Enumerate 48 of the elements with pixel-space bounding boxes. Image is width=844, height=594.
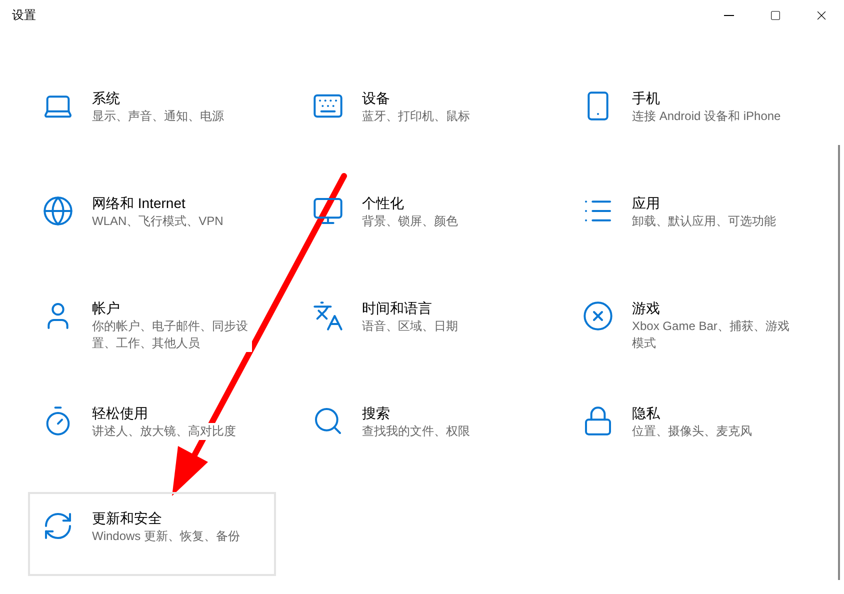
tile-title: 手机 [632, 89, 660, 108]
tile-description: 讲述人、放大镜、高对比度 [92, 423, 236, 440]
tile-title: 帐户 [92, 299, 120, 318]
tile-description: 蓝牙、打印机、鼠标 [362, 108, 470, 125]
settings-tile[interactable]: 轻松使用 讲述人、放大镜、高对比度 [28, 387, 276, 471]
settings-tile[interactable]: 应用 卸载、默认应用、可选功能 [568, 177, 816, 261]
tile-title: 游戏 [632, 299, 660, 318]
settings-tile[interactable]: 更新和安全 Windows 更新、恢复、备份 [28, 492, 276, 576]
settings-tile[interactable]: 帐户 你的帐户、电子邮件、同步设置、工作、其他人员 [28, 282, 276, 366]
circle-x-icon [582, 300, 614, 332]
window-title: 设置 [12, 7, 36, 24]
tile-title: 更新和安全 [92, 509, 162, 528]
tile-description: 连接 Android 设备和 iPhone [632, 108, 781, 125]
tile-description: 显示、声音、通知、电源 [92, 108, 224, 125]
tile-description: 查找我的文件、权限 [362, 423, 470, 440]
tile-title: 隐私 [632, 404, 660, 423]
tile-description: 你的帐户、电子邮件、同步设置、工作、其他人员 [92, 318, 252, 352]
language-icon [312, 300, 344, 332]
tile-description: 位置、摄像头、麦克风 [632, 423, 752, 440]
minimize-icon [724, 14, 734, 16]
settings-tile[interactable]: 手机 连接 Android 设备和 iPhone [568, 72, 816, 156]
tile-title: 系统 [92, 89, 120, 108]
tile-description: WLAN、飞行模式、VPN [92, 213, 224, 230]
tile-title: 网络和 Internet [92, 194, 186, 213]
settings-tile[interactable]: 系统 显示、声音、通知、电源 [28, 72, 276, 156]
settings-tile[interactable]: 时间和语言 语音、区域、日期 [298, 282, 546, 366]
tile-title: 搜索 [362, 404, 390, 423]
tile-title: 应用 [632, 194, 660, 213]
settings-tile[interactable]: 网络和 Internet WLAN、飞行模式、VPN [28, 177, 276, 261]
refresh-icon [42, 510, 74, 542]
tile-title: 设备 [362, 89, 390, 108]
monitor-icon [312, 195, 344, 227]
settings-tile[interactable]: 个性化 背景、锁屏、颜色 [298, 177, 546, 261]
settings-tile[interactable]: 搜索 查找我的文件、权限 [298, 387, 546, 471]
settings-tile[interactable]: 游戏 Xbox Game Bar、捕获、游戏模式 [568, 282, 816, 366]
search-icon [312, 405, 344, 437]
maximize-icon [770, 10, 780, 20]
tile-title: 时间和语言 [362, 299, 432, 318]
settings-tile[interactable]: 隐私 位置、摄像头、麦克风 [568, 387, 816, 471]
settings-tile[interactable]: 设备 蓝牙、打印机、鼠标 [298, 72, 546, 156]
tile-description: Windows 更新、恢复、备份 [92, 528, 240, 545]
tile-description: 背景、锁屏、颜色 [362, 213, 458, 230]
globe-icon [42, 195, 74, 227]
lock-icon [582, 405, 614, 437]
scrollbar[interactable] [838, 145, 840, 580]
tile-description: 卸载、默认应用、可选功能 [632, 213, 776, 230]
tile-title: 轻松使用 [92, 404, 148, 423]
tile-title: 个性化 [362, 194, 404, 213]
